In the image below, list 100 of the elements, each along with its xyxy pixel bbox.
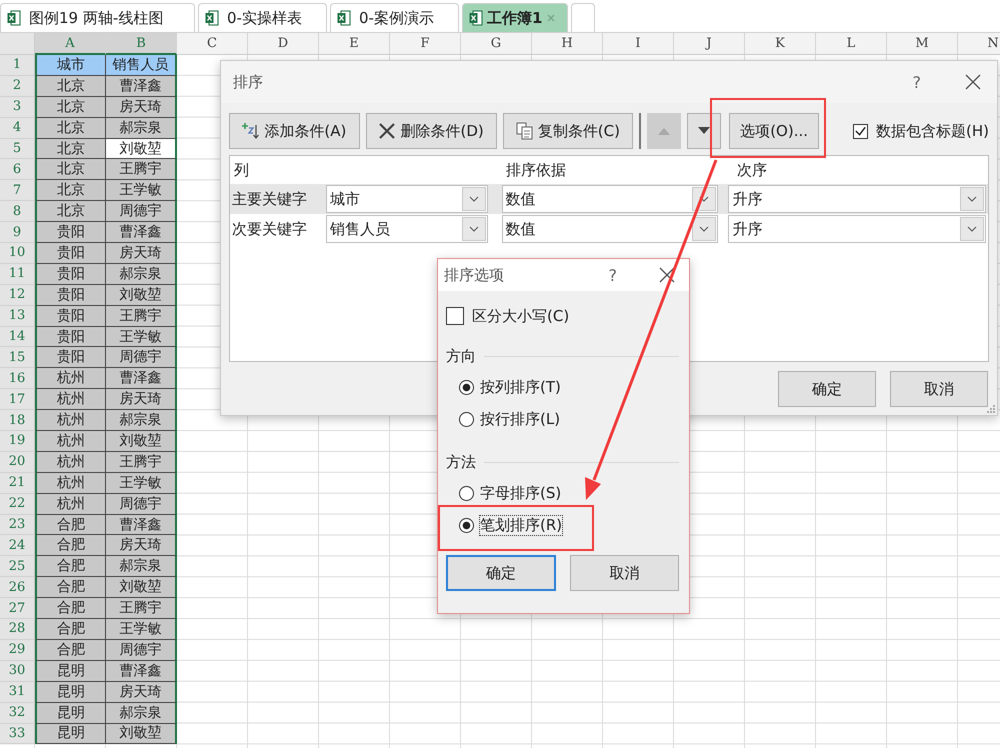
sort-on-dropdown[interactable]: 数值 [502, 185, 718, 213]
column-header[interactable]: K [745, 33, 816, 55]
row-number[interactable]: 31 [0, 682, 35, 703]
checkbox[interactable] [853, 124, 868, 138]
checkbox-label[interactable]: 数据包含标题(H) [876, 122, 990, 140]
close-icon[interactable] [659, 267, 675, 283]
row-number[interactable]: 2 [0, 76, 35, 97]
radio-button[interactable] [459, 518, 474, 532]
row-number[interactable]: 28 [0, 619, 35, 640]
column-header[interactable]: A [35, 33, 106, 55]
column-header[interactable]: M [887, 33, 958, 55]
row-number[interactable]: 10 [0, 243, 35, 264]
row-number[interactable]: 19 [0, 431, 35, 452]
row-number[interactable]: 16 [0, 368, 35, 390]
cancel-button[interactable]: 取消 [570, 555, 679, 591]
radio-label[interactable]: 笔划排序(R) [480, 516, 562, 534]
file-tab[interactable]: 0-实操样表 [198, 3, 327, 32]
close-icon[interactable] [965, 74, 981, 90]
file-tab[interactable]: 工作簿1 [462, 3, 568, 32]
row-number[interactable]: 23 [0, 514, 35, 536]
row-number[interactable]: 7 [0, 180, 35, 202]
row-number[interactable]: 15 [0, 347, 35, 368]
checkbox-label[interactable]: 区分大小写(C) [472, 306, 570, 326]
checkbox[interactable] [446, 307, 464, 325]
row-number[interactable]: 26 [0, 577, 35, 598]
row-number[interactable]: 12 [0, 284, 35, 306]
delete-condition-button[interactable]: 删除条件(D) [366, 113, 496, 149]
radio-button[interactable] [459, 380, 474, 394]
row-number[interactable]: 1 [0, 55, 35, 76]
ok-button[interactable]: 确定 [778, 371, 876, 407]
table-cell: 北京 [35, 96, 106, 118]
row-number[interactable]: 32 [0, 702, 35, 724]
row-number[interactable]: 6 [0, 159, 35, 180]
column-header[interactable]: L [816, 33, 887, 55]
sort-on-dropdown[interactable]: 数值 [502, 215, 718, 243]
spreadsheet-icon [205, 10, 219, 26]
options-button[interactable]: 选项(O)... [729, 113, 820, 149]
copy-condition-button[interactable]: 复制条件(C) [502, 113, 634, 149]
row-number[interactable]: 9 [0, 222, 35, 244]
row-number[interactable]: 13 [0, 306, 35, 327]
row-number[interactable]: 21 [0, 472, 35, 494]
row-number[interactable]: 14 [0, 326, 35, 348]
order-dropdown[interactable]: 升序 [728, 215, 986, 243]
file-tab[interactable]: 0-案例演示 [330, 3, 459, 32]
file-tab[interactable]: 图例19 两轴-线柱图 [0, 3, 195, 32]
table-cell: 城市 [35, 55, 106, 76]
row-number[interactable]: 20 [0, 452, 35, 473]
row-number[interactable]: 24 [0, 535, 35, 556]
help-button[interactable]: ? [608, 266, 617, 284]
radio-button[interactable] [459, 486, 474, 500]
row-number[interactable]: 29 [0, 640, 35, 661]
move-down-button[interactable] [687, 113, 722, 149]
row-number[interactable]: 5 [0, 138, 35, 160]
caret-icon [462, 187, 486, 211]
table-cell: 刘敬堃 [106, 724, 177, 744]
column-header[interactable]: C [177, 33, 248, 55]
column-header[interactable]: E [319, 33, 390, 55]
row-number[interactable]: 25 [0, 556, 35, 578]
column-dropdown[interactable]: 城市 [326, 185, 488, 213]
column-header[interactable]: I [603, 33, 674, 55]
table-cell: 曹泽鑫 [106, 514, 177, 536]
column-header[interactable]: D [248, 33, 319, 55]
table-cell: 房天琦 [106, 96, 177, 118]
radio-label[interactable]: 按行排序(L) [480, 410, 560, 428]
add-condition-button[interactable]: 添加条件(A) [229, 113, 360, 149]
column-heading: 次序 [736, 160, 767, 180]
row-number[interactable]: 4 [0, 118, 35, 139]
column-header[interactable]: J [674, 33, 745, 55]
condition-row[interactable]: 次要关键字 销售人员 数值 升序 [230, 214, 988, 244]
column-dropdown[interactable]: 销售人员 [326, 215, 488, 243]
table-cell: 王腾宇 [106, 598, 177, 620]
column-header[interactable]: B [106, 33, 177, 55]
resize-grip-icon[interactable] [986, 404, 995, 413]
column-header[interactable]: G [461, 33, 532, 55]
row-number[interactable]: 27 [0, 598, 35, 620]
radio-label[interactable]: 字母排序(S) [480, 484, 562, 502]
row-number[interactable]: 8 [0, 201, 35, 222]
condition-row[interactable]: 主要关键字 城市 数值 升序 [230, 184, 988, 214]
row-number[interactable]: 11 [0, 264, 35, 285]
column-header[interactable]: N [958, 33, 1000, 55]
table-cell: 合肥 [35, 577, 106, 598]
copy-icon [516, 122, 534, 140]
table-cell: 刘敬堃 [106, 431, 177, 452]
row-number[interactable]: 17 [0, 389, 35, 410]
table-cell: 杭州 [35, 410, 106, 432]
column-header[interactable]: H [532, 33, 603, 55]
dialog-title: 排序 [233, 72, 263, 92]
row-number[interactable]: 3 [0, 96, 35, 118]
radio-button[interactable] [459, 412, 474, 426]
row-number[interactable]: 30 [0, 660, 35, 682]
radio-label[interactable]: 按列排序(T) [480, 378, 561, 396]
table-cell: 贵阳 [35, 326, 106, 348]
cancel-button[interactable]: 取消 [890, 371, 988, 407]
ok-button[interactable]: 确定 [446, 555, 556, 591]
column-header[interactable]: F [390, 33, 461, 55]
row-number[interactable]: 22 [0, 494, 35, 515]
order-dropdown[interactable]: 升序 [728, 185, 986, 213]
row-number[interactable]: 33 [0, 724, 35, 744]
row-number[interactable]: 18 [0, 410, 35, 432]
help-button[interactable]: ? [912, 72, 921, 92]
